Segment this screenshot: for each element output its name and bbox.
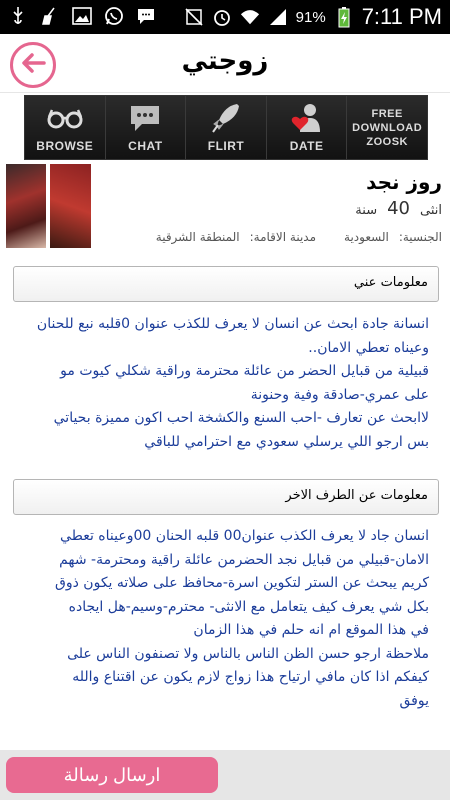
about-partner-line: ملاحظة ارجو حسن الظن الناس بالناس ولا تص… <box>67 645 429 662</box>
banner-browse-label: BROWSE <box>36 139 94 153</box>
about-me-line: وعيناه تعطي الامان.. <box>308 339 429 356</box>
banner-flirt-label: FLIRT <box>207 139 245 153</box>
city-value: المنطقة الشرقية <box>155 230 240 244</box>
about-me-line: انسانة جادة ابحث عن انسان لا يعرف للكذب … <box>36 316 429 332</box>
glasses-icon <box>45 101 85 135</box>
about-me-text: انسانة جادة ابحث عن انسان لا يعرف للكذب … <box>13 313 429 454</box>
banner-zoosk-label: ZOOSK <box>366 135 408 148</box>
about-partner-header: معلومات عن الطرف الاخر <box>13 479 439 515</box>
app-bar: زوجتي <box>0 34 450 93</box>
about-me-title: معلومات عني <box>353 275 428 290</box>
about-partner-line: كيفكم اذا كان مافي ارتياح هذا زواج لازم … <box>72 669 429 685</box>
whatsapp-icon <box>104 6 124 26</box>
profile-age-unit: سنة <box>355 203 378 218</box>
bottom-bar: ارسال رسالة <box>0 750 450 800</box>
banner-free-label: FREE <box>371 107 403 120</box>
profile-age: 40 <box>387 198 410 219</box>
about-partner-line: الامان-قبيلي من قبايل نجد الحضرمن عائلة … <box>59 551 429 568</box>
about-partner-text: انسان جاد لا يعرف الكذب عنوان00 قلبه الح… <box>13 525 429 713</box>
chat-bubble-icon <box>125 101 165 135</box>
nationality-value: السعودية <box>344 230 389 244</box>
profile-gender-age: انثى 40 سنة <box>355 198 442 219</box>
battery-percent: 91% <box>295 8 326 26</box>
mute-icon <box>184 7 204 27</box>
city-label: مدينة الاقامة: <box>249 230 317 244</box>
profile-photo-2[interactable] <box>50 164 91 248</box>
about-me-line: قبيلية من قبايل الحضر من عائلة محترمة ور… <box>60 363 429 379</box>
banner-chat[interactable]: CHAT <box>104 96 186 159</box>
about-me-header: معلومات عني <box>13 266 439 302</box>
system-icons: 91% 7:11 PM <box>184 4 442 30</box>
profile-name: روز نجد <box>366 170 442 194</box>
nationality-label: الجنسية: <box>398 230 442 244</box>
about-me-line: بس ارجو اللي يرسلي سعودي مع احترامي للبا… <box>144 433 429 450</box>
status-bar: 91% 7:11 PM <box>0 0 450 34</box>
banner-download-label: DOWNLOAD <box>352 121 423 134</box>
banner-flirt[interactable]: FLIRT <box>185 96 266 159</box>
battery-charging-icon <box>334 7 354 28</box>
banner-download-zoosk[interactable]: FREE DOWNLOAD ZOOSK <box>346 96 427 159</box>
wifi-icon <box>240 7 260 27</box>
rocket-icon <box>206 101 246 135</box>
about-partner-line: في هذا الموقع ام انه حلم في هذا الزمان <box>193 622 429 638</box>
banner-date-label: DATE <box>289 139 324 153</box>
about-me-line: لاابحث عن تعارف -احب السنع والكشخة احب ا… <box>53 410 429 426</box>
sms-icon <box>136 6 156 26</box>
banner-date[interactable]: DATE <box>265 96 347 159</box>
about-partner-line: انسان جاد لا يعرف الكذب عنوان00 قلبه الح… <box>60 528 429 544</box>
about-partner-line: بكل شي يعرف كيف يتعامل مع الانثى- محترم-… <box>68 598 429 615</box>
banner-browse[interactable]: BROWSE <box>25 96 105 159</box>
banner-chat-label: CHAT <box>128 139 163 153</box>
about-partner-line: كريم يبحث عن الستر لتكوين اسرة-محافظ على… <box>55 575 429 591</box>
send-message-button[interactable]: ارسال رسالة <box>6 757 218 793</box>
notification-icons <box>8 6 156 26</box>
profile-header: روز نجد انثى 40 سنة الجنسية: السعودية مد… <box>0 160 450 260</box>
image-icon <box>72 6 92 26</box>
profile-meta: الجنسية: السعودية مدينة الاقامة: المنطقة… <box>156 230 442 244</box>
profile-photo-1[interactable] <box>6 164 46 248</box>
alarm-icon <box>212 7 232 27</box>
person-heart-icon <box>287 101 327 135</box>
profile-gender: انثى <box>420 203 442 218</box>
usb-icon <box>8 6 28 26</box>
app-title: زوجتي <box>181 46 269 76</box>
clock: 7:11 PM <box>361 4 442 29</box>
about-me-line: على عمري-صادقة وفية وحنونة <box>250 386 429 403</box>
signal-icon <box>268 7 288 27</box>
ad-banner[interactable]: BROWSE CHAT FLIRT DATE FREE DOWNLOAD ZOO… <box>24 95 428 160</box>
about-partner-title: معلومات عن الطرف الاخر <box>285 488 428 503</box>
cleaner-icon <box>40 6 60 26</box>
about-partner-line: يوفق <box>399 692 430 709</box>
